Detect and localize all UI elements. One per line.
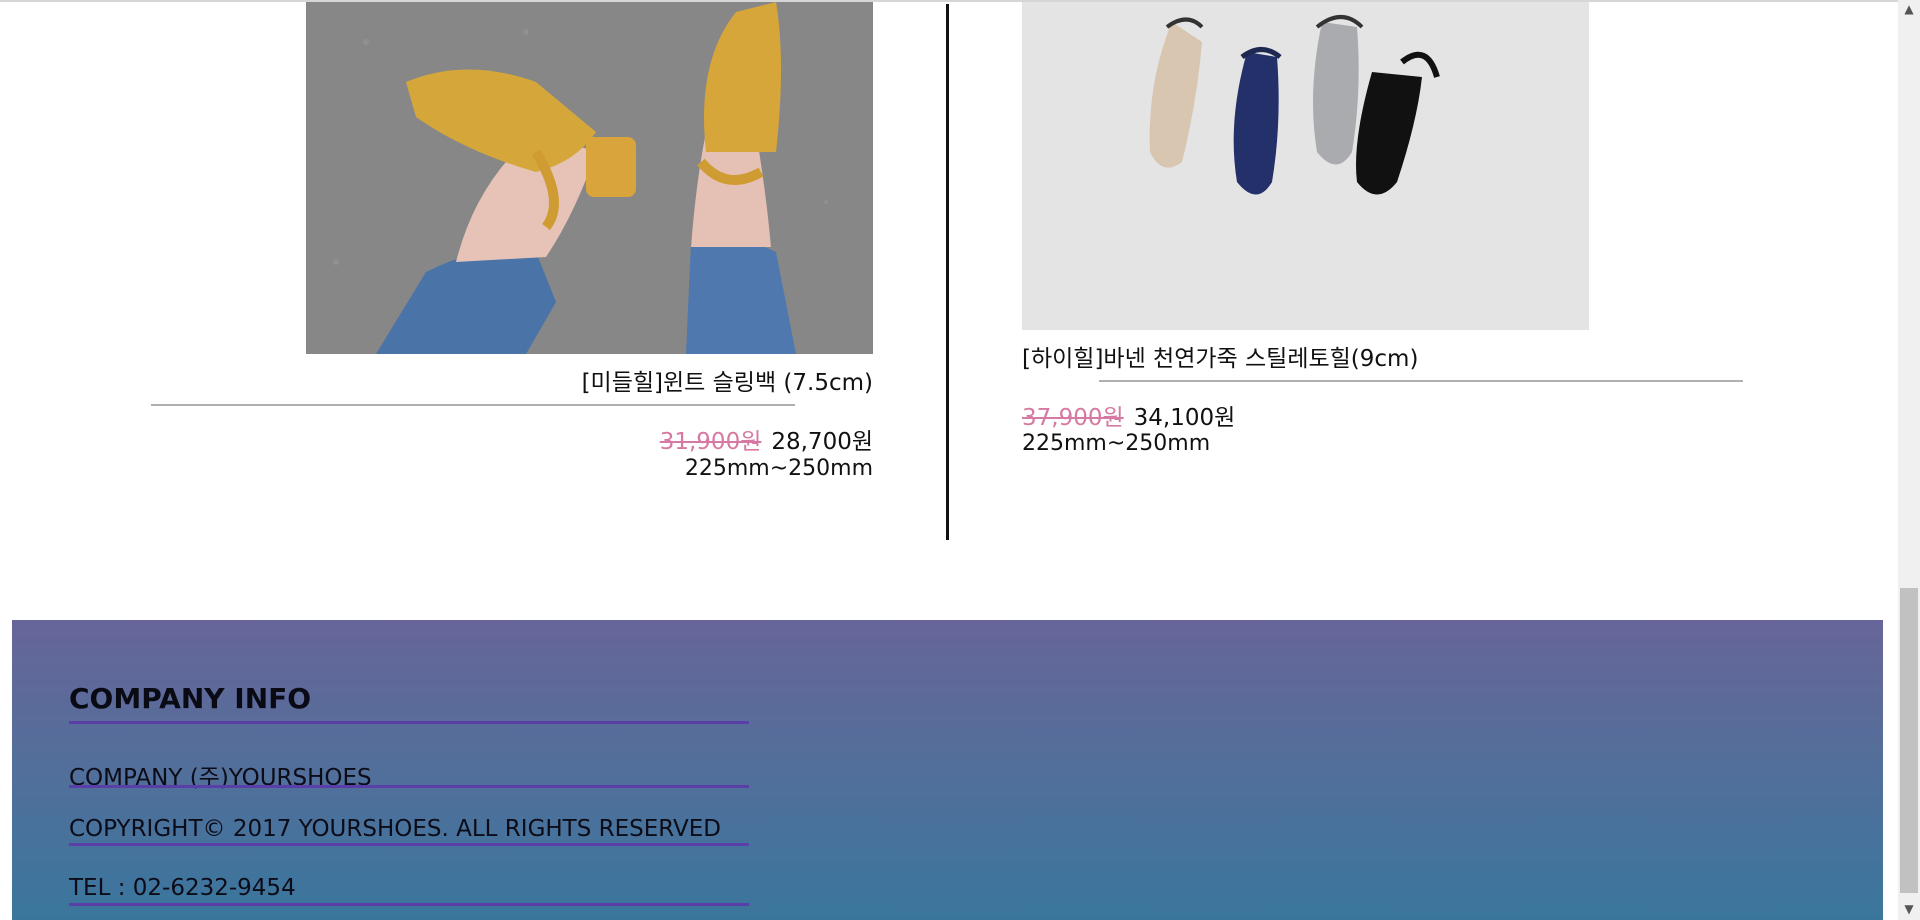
original-price: 31,900원 <box>659 429 762 455</box>
product-photo <box>306 2 873 354</box>
product-image-yellow-slingback[interactable] <box>306 2 873 354</box>
product-divider <box>1099 380 1743 382</box>
telephone-number: TEL : 02-6232-9454 <box>69 875 296 901</box>
footer-rule <box>69 843 749 846</box>
scroll-down-arrow-icon[interactable]: ▼ <box>1898 900 1920 918</box>
product-name[interactable]: [하이힐]바넨 천연가죽 스틸레토힐(9cm) <box>1022 339 1418 373</box>
product-price: 31,900원 28,700원 <box>660 422 873 456</box>
original-price: 37,900원 <box>1022 405 1124 431</box>
column-divider <box>946 4 949 540</box>
footer-rule <box>69 785 749 788</box>
product-photo <box>1022 2 1589 330</box>
product-name[interactable]: [미들힐]윈트 슬링백 (7.5cm) <box>582 363 873 397</box>
product-price: 37,900원 34,100원 <box>1022 398 1235 432</box>
footer-rule <box>69 903 749 906</box>
product-divider <box>151 404 795 406</box>
scroll-up-arrow-icon[interactable]: ▲ <box>1898 0 1920 18</box>
company-info-heading: COMPANY INFO <box>69 682 312 715</box>
top-border <box>0 0 1898 2</box>
sale-price: 34,100원 <box>1133 405 1236 431</box>
product-size-range: 225mm~250mm <box>1022 431 1211 456</box>
sale-price: 28,700원 <box>771 429 873 455</box>
product-size-range: 225mm~250mm <box>684 456 873 481</box>
product-image-stiletto-heels[interactable] <box>1022 2 1589 330</box>
copyright-text: COPYRIGHT© 2017 YOURSHOES. ALL RIGHTS RE… <box>69 816 721 842</box>
footer-rule <box>69 721 749 724</box>
site-footer: COMPANY INFO COMPANY (주)YOURSHOES COPYRI… <box>12 620 1883 920</box>
scrollbar-thumb[interactable] <box>1900 588 1918 893</box>
